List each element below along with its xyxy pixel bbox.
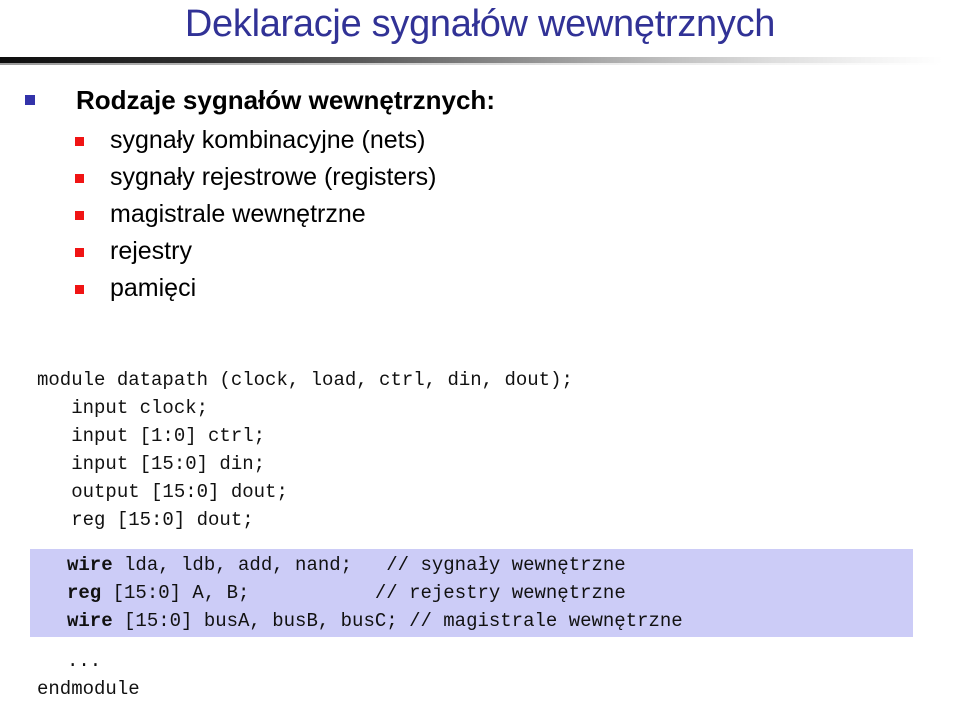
code-comment: // magistrale wewnętrzne (409, 610, 683, 632)
list-item: rejestry (0, 236, 960, 273)
list-item-label: Rodzaje sygnałów wewnętrznych: (76, 85, 495, 115)
red-square-bullet-icon (75, 248, 84, 257)
code-line-highlighted: reg [15:0] A, B; // rejestry wewnętrzne (0, 579, 960, 607)
code-keyword: reg (67, 582, 102, 604)
list-item-label: pamięci (110, 274, 197, 302)
red-square-bullet-icon (75, 285, 84, 294)
list-item: sygnały kombinacyjne (nets) (0, 125, 960, 162)
code-comment: // sygnały wewnętrzne (386, 554, 626, 576)
code-line: endmodule (37, 678, 140, 700)
code-text: [15:0] A, B; (101, 582, 375, 604)
list-item: magistrale wewnętrzne (0, 199, 960, 236)
code-line-highlighted: wire [15:0] busA, busB, busC; // magistr… (0, 607, 960, 635)
code-keyword: wire (67, 554, 113, 576)
list-item: sygnały rejestrowe (registers) (0, 162, 960, 199)
red-square-bullet-icon (75, 137, 84, 146)
code-tail: ... endmodule (0, 647, 960, 703)
code-text: [15:0] busA, busB, busC; (112, 610, 410, 632)
code-line: input [15:0] din; (37, 453, 266, 475)
page-title: Deklaracje sygnałów wewnętrznych (184, 3, 776, 45)
code-line: input [1:0] ctrl; (37, 425, 266, 447)
red-square-bullet-icon (75, 174, 84, 183)
list-item: Rodzaje sygnałów wewnętrznych: (0, 84, 960, 125)
code-line-highlighted: wire lda, ldb, add, nand; // sygnały wew… (0, 551, 960, 579)
red-square-bullet-icon (75, 211, 84, 220)
code-keyword: wire (67, 610, 113, 632)
list-item: pamięci (0, 273, 960, 310)
code-block: module datapath (clock, load, ctrl, din,… (0, 366, 960, 700)
title-divider-shadow (0, 63, 943, 65)
code-line: module datapath (clock, load, ctrl, din,… (37, 369, 573, 391)
code-line: ... (67, 650, 102, 672)
blue-square-bullet-icon (25, 95, 35, 105)
list-item-label: magistrale wewnętrzne (110, 200, 366, 228)
code-text: lda, ldb, add, nand; (112, 554, 387, 576)
code-line: reg [15:0] dout; (37, 509, 254, 531)
list-item-label: sygnały kombinacyjne (nets) (110, 126, 426, 154)
list-item-label: sygnały rejestrowe (registers) (110, 163, 437, 191)
bullet-list: Rodzaje sygnałów wewnętrznych: sygnały k… (0, 84, 960, 310)
code-comment: // rejestry wewnętrzne (374, 582, 626, 604)
list-item-label: rejestry (110, 237, 192, 265)
code-line: output [15:0] dout; (37, 481, 288, 503)
code-line: input clock; (37, 397, 209, 419)
highlighted-code-lines: wire lda, ldb, add, nand; // sygnały wew… (0, 551, 960, 635)
